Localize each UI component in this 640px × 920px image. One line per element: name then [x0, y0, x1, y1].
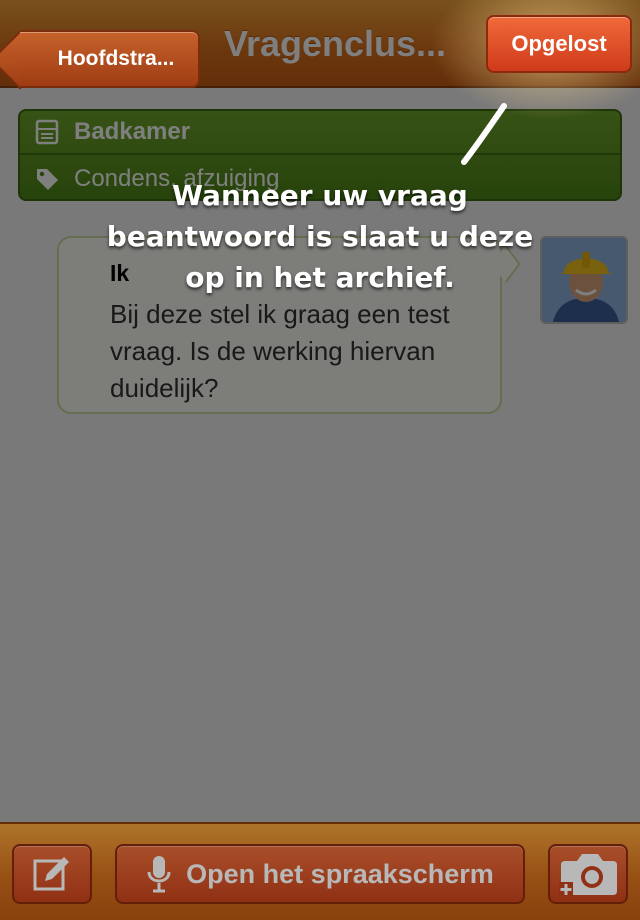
compose-button[interactable] — [12, 844, 92, 904]
bottom-toolbar: Open het spraakscherm — [0, 822, 640, 920]
compose-icon — [33, 857, 69, 891]
category-name: Badkamer — [74, 118, 191, 145]
open-speech-screen-button[interactable]: Open het spraakscherm — [115, 844, 525, 904]
tutorial-hint: Wanneer uw vraag beantwoord is slaat u d… — [106, 179, 534, 294]
solved-button-highlight[interactable]: Opgelost — [486, 15, 632, 73]
avatar — [540, 236, 628, 324]
camera-add-icon — [559, 854, 617, 896]
page-title: Vragenclus... — [223, 23, 447, 64]
camera-button[interactable] — [548, 844, 628, 904]
speech-button-label: Open het spraakscherm — [186, 858, 494, 889]
message-text: Bij deze stel ik graag een test vraag. I… — [110, 299, 450, 403]
category-row[interactable]: Badkamer — [20, 111, 620, 155]
tag-icon — [20, 166, 74, 192]
microphone-icon — [147, 856, 171, 893]
bathtub-icon — [20, 119, 74, 145]
back-button-label[interactable]: Hoofdstra... — [20, 30, 200, 88]
back-button[interactable]: Hoofdstra... — [10, 15, 200, 88]
